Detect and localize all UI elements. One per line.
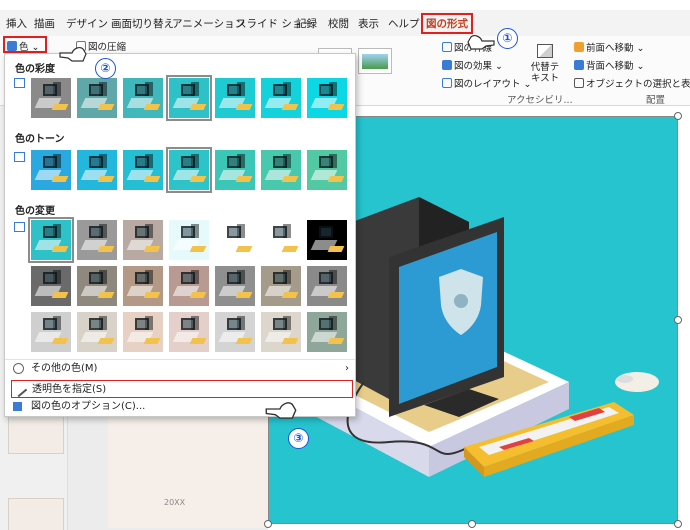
recolor-swatch[interactable]: [31, 312, 71, 352]
tab-record[interactable]: 記録: [296, 16, 317, 31]
tab-design[interactable]: デザイン: [66, 16, 108, 31]
pointing-hand-icon: [59, 47, 87, 62]
recolor-swatch[interactable]: [77, 220, 117, 260]
saturation-swatch[interactable]: [166, 75, 212, 121]
resize-handle[interactable]: [264, 520, 272, 528]
saturation-swatch[interactable]: [307, 78, 347, 118]
slide-thumbnail[interactable]: [8, 498, 64, 530]
recolor-swatch[interactable]: [169, 312, 209, 352]
send-backward-button[interactable]: 背面へ移動 ⌄: [574, 58, 645, 72]
tab-transitions[interactable]: 画面切り替え: [111, 16, 174, 31]
saturation-title: 色の彩度: [15, 64, 55, 75]
recolor-icon: [14, 222, 25, 232]
recolor-swatch[interactable]: [77, 266, 117, 306]
step-3-badge: ③: [288, 428, 309, 449]
tone-swatch[interactable]: [31, 150, 71, 190]
tone-swatch[interactable]: [77, 150, 117, 190]
recolor-swatch[interactable]: [307, 312, 347, 352]
color-button[interactable]: 色 ⌄: [7, 39, 40, 53]
tab-draw[interactable]: 描画: [34, 16, 55, 31]
recolor-swatch[interactable]: [215, 312, 255, 352]
recolor-swatch[interactable]: [261, 266, 301, 306]
saturation-icon: [14, 78, 25, 88]
resize-handle[interactable]: [674, 316, 682, 324]
recolor-swatch[interactable]: [261, 220, 301, 260]
recolor-swatch[interactable]: [307, 220, 347, 260]
step-2-badge: ②: [95, 58, 116, 79]
more-colors-item[interactable]: その他の色(M) ›: [11, 360, 353, 378]
tone-swatch[interactable]: [261, 150, 301, 190]
tone-swatch[interactable]: [215, 150, 255, 190]
tone-title: 色のトーン: [15, 134, 65, 145]
resize-handle[interactable]: [674, 520, 682, 528]
palette-icon: [13, 363, 24, 374]
pen-icon: [442, 42, 452, 52]
recolor-swatch[interactable]: [123, 266, 163, 306]
recolor-swatch[interactable]: [31, 266, 71, 306]
recolor-swatch[interactable]: [261, 312, 301, 352]
saturation-swatch[interactable]: [215, 78, 255, 118]
tab-animations[interactable]: アニメーション: [172, 16, 245, 31]
tab-review[interactable]: 校閲: [328, 16, 349, 31]
recolor-swatch[interactable]: [169, 220, 209, 260]
chevron-right-icon: ›: [345, 363, 349, 374]
tab-insert[interactable]: 挿入: [6, 16, 27, 31]
eyedropper-icon: [11, 381, 28, 398]
picture-effects-button[interactable]: 図の効果 ⌄: [442, 58, 503, 72]
recolor-title: 色の変更: [15, 206, 55, 217]
saturation-swatch[interactable]: [261, 78, 301, 118]
picture-style-thumb[interactable]: [358, 48, 392, 74]
ribbon-tab-bar: 挿入 描画 デザイン 画面切り替え アニメーション スライド ショー 記録 校閲…: [0, 10, 690, 36]
selection-pane-button[interactable]: オブジェクトの選択と表示: [574, 76, 690, 90]
slide-thumbnail[interactable]: [8, 416, 64, 454]
background-slide: 20XX: [108, 414, 268, 528]
picture-layout-button[interactable]: 図のレイアウト ⌄: [442, 76, 532, 90]
arrange-group-label: 配置: [646, 95, 666, 106]
recolor-swatch[interactable]: [215, 266, 255, 306]
recolor-swatch[interactable]: [28, 217, 74, 263]
tab-view[interactable]: 表示: [358, 16, 379, 31]
tone-swatch[interactable]: [123, 150, 163, 190]
recolor-swatch[interactable]: [123, 312, 163, 352]
bring-forward-icon: [574, 42, 584, 52]
accessibility-group-label: アクセシビリ...: [507, 95, 573, 106]
recolor-swatch[interactable]: [77, 312, 117, 352]
saturation-swatch[interactable]: [31, 78, 71, 118]
tone-swatch[interactable]: [307, 150, 347, 190]
effects-icon: [442, 60, 452, 70]
layout-icon: [442, 78, 452, 88]
recolor-swatch[interactable]: [215, 220, 255, 260]
pointing-hand-icon: [467, 35, 495, 50]
tone-icon: [14, 152, 25, 162]
alt-text-icon: [537, 44, 553, 58]
saturation-swatch[interactable]: [77, 78, 117, 118]
tab-help[interactable]: ヘルプ: [388, 16, 420, 31]
alt-text-button[interactable]: 代替テキスト: [528, 42, 562, 86]
saturation-swatch[interactable]: [123, 78, 163, 118]
recolor-swatch[interactable]: [123, 220, 163, 260]
resize-handle[interactable]: [468, 520, 476, 528]
bring-forward-button[interactable]: 前面へ移動 ⌄: [574, 40, 645, 54]
tone-swatch[interactable]: [166, 147, 212, 193]
set-transparent-color-item[interactable]: 透明色を指定(S): [11, 380, 353, 398]
resize-handle[interactable]: [674, 112, 682, 120]
pointing-hand-icon: [265, 402, 297, 419]
step-1-badge: ①: [497, 28, 518, 49]
recolor-swatch[interactable]: [307, 266, 347, 306]
selection-pane-icon: [574, 78, 584, 88]
picture-color-options-item[interactable]: 図の色のオプション(C)...: [11, 398, 353, 416]
color-dropdown-menu: 色の彩度 色のトーン 色の変更 その他の色(M) › 透明色を指定(S) 図の色…: [4, 53, 356, 417]
color-options-icon: [13, 402, 22, 411]
recolor-swatch[interactable]: [169, 266, 209, 306]
picture-color-icon: [7, 41, 17, 51]
send-backward-icon: [574, 60, 584, 70]
